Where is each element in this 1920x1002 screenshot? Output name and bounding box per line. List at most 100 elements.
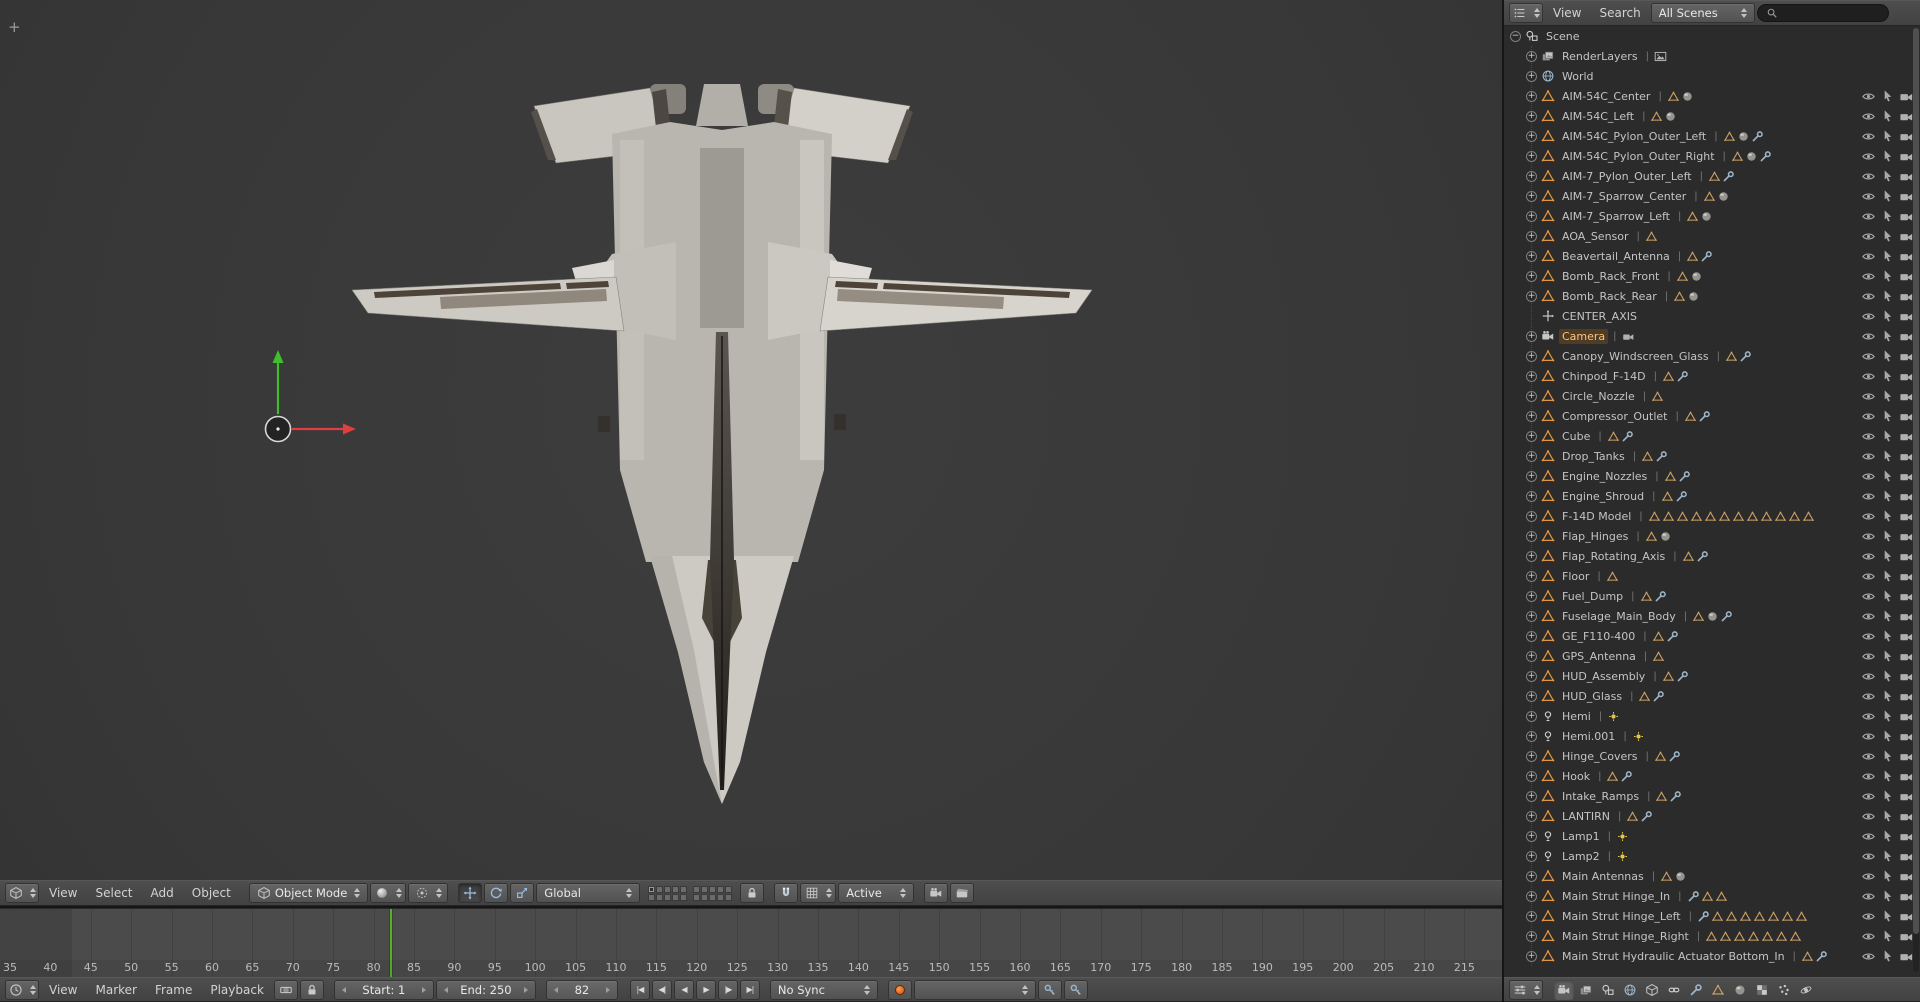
jump-to-prev-keyframe-button[interactable]: ◀|	[651, 979, 672, 1000]
layer-16[interactable]	[693, 893, 701, 901]
expand-toggle[interactable]: +	[1526, 170, 1537, 182]
outliner-row[interactable]: + AIM-54C_Pylon_Outer_Left |	[1504, 126, 1920, 146]
menu-object[interactable]: Object	[184, 881, 239, 905]
outliner-row[interactable]: + Drop_Tanks |	[1504, 446, 1920, 466]
visibility-toggle[interactable]	[1861, 629, 1876, 644]
jet-top-view[interactable]	[351, 84, 1093, 804]
render-toggle[interactable]	[1899, 529, 1914, 544]
object-name[interactable]: AIM-54C_Left	[1559, 109, 1637, 124]
render-toggle[interactable]	[1899, 469, 1914, 484]
properties-tab-object-data[interactable]	[1708, 980, 1728, 1000]
object-name[interactable]: GE_F110-400	[1559, 629, 1638, 644]
object-name[interactable]: Main Antennas	[1559, 869, 1647, 884]
outliner-row[interactable]: + HUD_Assembly |	[1504, 666, 1920, 686]
object-name[interactable]: Compressor_Outlet	[1559, 409, 1670, 424]
visibility-toggle[interactable]	[1861, 509, 1876, 524]
selectability-toggle[interactable]	[1880, 189, 1895, 204]
selectability-toggle[interactable]	[1880, 669, 1895, 684]
expand-toggle[interactable]: +	[1526, 890, 1537, 902]
render-toggle[interactable]	[1899, 409, 1914, 424]
expand-toggle[interactable]: +	[1526, 870, 1537, 882]
outliner-row[interactable]: − Scene	[1504, 26, 1920, 46]
start-frame-field[interactable]: Start: 1	[333, 979, 434, 1000]
object-name[interactable]: HUD_Assembly	[1559, 669, 1648, 684]
shading-dropdown[interactable]	[370, 883, 407, 903]
render-toggle[interactable]	[1899, 109, 1914, 124]
render-toggle[interactable]	[1899, 369, 1914, 384]
visibility-toggle[interactable]	[1861, 229, 1876, 244]
object-name[interactable]: Intake_Ramps	[1559, 789, 1642, 804]
render-toggle[interactable]	[1899, 949, 1914, 964]
layer-13[interactable]	[709, 885, 717, 893]
layer-4[interactable]	[672, 885, 680, 893]
insert-keyframe-button[interactable]	[1037, 979, 1062, 1000]
layer-11[interactable]	[693, 885, 701, 893]
object-name[interactable]: Floor	[1559, 569, 1592, 584]
object-name[interactable]: Main Strut Hydraulic Actuator Bottom_In	[1559, 949, 1788, 964]
expand-toggle[interactable]: +	[1526, 750, 1537, 762]
editor-type-selector-properties[interactable]	[1509, 979, 1543, 1000]
lock-to-scene-button[interactable]	[740, 883, 765, 903]
object-name[interactable]: Scene	[1543, 29, 1583, 44]
selectability-toggle[interactable]	[1880, 329, 1895, 344]
layer-19[interactable]	[717, 893, 725, 901]
opengl-render-button[interactable]	[924, 883, 949, 903]
expand-toggle[interactable]: −	[1510, 30, 1521, 42]
selectability-toggle[interactable]	[1880, 649, 1895, 664]
selectability-toggle[interactable]	[1880, 749, 1895, 764]
manipulator-translate-button[interactable]	[458, 883, 483, 903]
visibility-toggle[interactable]	[1861, 169, 1876, 184]
expand-toggle[interactable]: +	[1526, 630, 1537, 642]
expand-toggle[interactable]: +	[1526, 150, 1537, 162]
current-frame-cursor[interactable]	[389, 909, 392, 977]
object-name[interactable]: AIM-7_Pylon_Outer_Left	[1559, 169, 1695, 184]
increment-arrow-icon[interactable]	[422, 987, 426, 993]
selectability-toggle[interactable]	[1880, 489, 1895, 504]
visibility-toggle[interactable]	[1861, 89, 1876, 104]
object-name[interactable]: RenderLayers	[1559, 49, 1641, 64]
visibility-toggle[interactable]	[1861, 109, 1876, 124]
expand-toggle[interactable]: +	[1526, 790, 1537, 802]
visibility-toggle[interactable]	[1861, 449, 1876, 464]
visibility-toggle[interactable]	[1861, 849, 1876, 864]
object-name[interactable]: F-14D Model	[1559, 509, 1634, 524]
render-toggle[interactable]	[1899, 849, 1914, 864]
visibility-toggle[interactable]	[1861, 769, 1876, 784]
object-name[interactable]: World	[1559, 69, 1597, 84]
render-toggle[interactable]	[1899, 449, 1914, 464]
render-toggle[interactable]	[1899, 869, 1914, 884]
outliner-row[interactable]: + Flap_Hinges |	[1504, 526, 1920, 546]
render-toggle[interactable]	[1899, 889, 1914, 904]
selectability-toggle[interactable]	[1880, 809, 1895, 824]
selectability-toggle[interactable]	[1880, 909, 1895, 924]
jump-to-next-keyframe-button[interactable]: |▶	[717, 979, 738, 1000]
object-name[interactable]: AIM-54C_Center	[1559, 89, 1653, 104]
object-name[interactable]: AIM-7_Sparrow_Left	[1559, 209, 1673, 224]
delete-keyframe-button[interactable]	[1063, 979, 1088, 1000]
outliner-row[interactable]: + Hemi.001 |	[1504, 726, 1920, 746]
selectability-toggle[interactable]	[1880, 129, 1895, 144]
selectability-toggle[interactable]	[1880, 569, 1895, 584]
outliner-row[interactable]: + Main Strut Hydraulic Actuator Bottom_In…	[1504, 946, 1920, 966]
lock-time-cursor-button[interactable]	[299, 979, 324, 1000]
render-toggle[interactable]	[1899, 789, 1914, 804]
visibility-toggle[interactable]	[1861, 649, 1876, 664]
outliner-row[interactable]: + Fuel_Dump |	[1504, 586, 1920, 606]
render-toggle[interactable]	[1899, 589, 1914, 604]
render-toggle[interactable]	[1899, 809, 1914, 824]
search-input[interactable]	[1781, 6, 1874, 20]
current-frame-field[interactable]: 82	[545, 979, 618, 1000]
outliner-row[interactable]: + Intake_Ramps |	[1504, 786, 1920, 806]
selectability-toggle[interactable]	[1880, 149, 1895, 164]
render-toggle[interactable]	[1899, 569, 1914, 584]
object-name[interactable]: Hemi.001	[1559, 729, 1618, 744]
expand-toggle[interactable]: +	[1526, 530, 1537, 542]
render-toggle[interactable]	[1899, 669, 1914, 684]
visibility-toggle[interactable]	[1861, 869, 1876, 884]
layer-17[interactable]	[701, 893, 709, 901]
selectability-toggle[interactable]	[1880, 549, 1895, 564]
visibility-toggle[interactable]	[1861, 529, 1876, 544]
outliner-row[interactable]: + Main Strut Hinge_In |	[1504, 886, 1920, 906]
object-name[interactable]: AOA_Sensor	[1559, 229, 1632, 244]
expand-toggle[interactable]: +	[1526, 110, 1537, 122]
